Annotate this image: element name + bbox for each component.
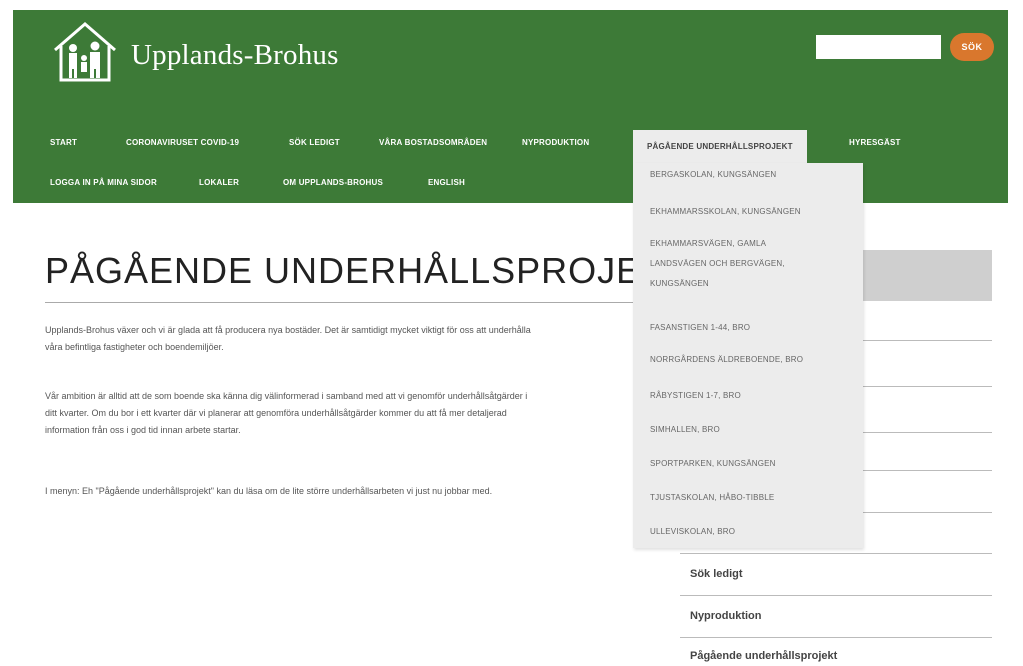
dropdown-menu: BERGASKOLAN, KUNGSÄNGEN EKHAMMARSSKOLAN,… [633, 163, 863, 548]
dropdown-item-ekhammarsskolan[interactable]: EKHAMMARSSKOLAN, KUNGSÄNGEN [650, 201, 801, 223]
nav-nyproduktion[interactable]: NYPRODUKTION [522, 138, 589, 147]
nav-coronaviruset[interactable]: CORONAVIRUSET COVID-19 [126, 138, 239, 147]
dropdown-item-simhallen[interactable]: SIMHALLEN, BRO [650, 419, 720, 441]
sidebar-item-pagaende-underhallsprojekt[interactable]: Pågående underhållsprojekt [690, 650, 837, 662]
nav-lokaler[interactable]: LOKALER [199, 178, 239, 187]
house-family-logo-icon [54, 22, 116, 82]
menu-hint-paragraph: I menyn: Eh "Pågående underhållsprojekt"… [45, 486, 493, 496]
search-input[interactable] [816, 35, 941, 59]
dropdown-item-sportparken[interactable]: SPORTPARKEN, KUNGSÄNGEN [650, 453, 776, 475]
sidebar-divider [680, 595, 992, 596]
nav-vara-bostadsomraden[interactable]: VÅRA BOSTADSOMRÅDEN [379, 138, 487, 147]
dropdown-item-ekhammarsvagen-line-2[interactable]: LANDSVÄGEN OCH BERGVÄGEN, [650, 253, 785, 275]
dropdown-item-ulleviskolan[interactable]: ULLEVISKOLAN, BRO [650, 521, 735, 543]
site-logo[interactable]: Upplands-Brohus [51, 20, 339, 84]
sidebar-divider [680, 553, 992, 554]
dropdown-item-norrgardens[interactable]: NORRGÅRDENS ÄLDREBOENDE, BRO [650, 349, 803, 371]
intro-paragraph-line-2: våra befintliga fastigheter och boendemi… [45, 342, 224, 352]
dropdown-item-fasanstigen[interactable]: FASANSTIGEN 1-44, BRO [650, 317, 750, 339]
site-name: Upplands-Brohus [131, 38, 339, 71]
dropdown-item-ekhammarsvagen[interactable]: EKHAMMARSVÄGEN, GAMLA [650, 233, 766, 255]
title-divider [45, 302, 635, 303]
ambition-paragraph-line-3: information från oss i god tid innan arb… [45, 425, 241, 435]
dropdown-item-tjustaskolan[interactable]: TJUSTASKOLAN, HÅBO-TIBBLE [650, 487, 774, 509]
nav-hyresgast[interactable]: HYRESGÄST [849, 138, 901, 147]
sidebar-divider [680, 637, 992, 638]
ambition-paragraph-line-2: ditt kvarter. Om du bor i ett kvarter dä… [45, 408, 507, 418]
nav-pagaende-underhallsprojekt[interactable]: PÅGÅENDE UNDERHÅLLSPROJEKT [633, 130, 807, 163]
dropdown-item-bergaskolan[interactable]: BERGASKOLAN, KUNGSÄNGEN [650, 164, 776, 186]
nav-om-upplands-brohus[interactable]: OM UPPLANDS-BROHUS [283, 178, 383, 187]
page-title: PÅGÅENDE UNDERHÅLLSPROJEKT [45, 250, 690, 291]
intro-paragraph-line-1: Upplands-Brohus växer och vi är glada at… [45, 325, 531, 335]
sidebar-item-sok-ledigt[interactable]: Sök ledigt [690, 568, 743, 580]
nav-english[interactable]: ENGLISH [428, 178, 465, 187]
ambition-paragraph-line-1: Vår ambition är alltid att de som boende… [45, 391, 528, 401]
nav-logga-in[interactable]: LOGGA IN PÅ MINA SIDOR [50, 178, 157, 187]
search-button[interactable]: SÖK [950, 33, 994, 61]
dropdown-item-rabystigen[interactable]: RÅBYSTIGEN 1-7, BRO [650, 385, 741, 407]
sidebar-item-nyproduktion[interactable]: Nyproduktion [690, 610, 762, 622]
nav-sok-ledigt[interactable]: SÖK LEDIGT [289, 138, 340, 147]
dropdown-item-ekhammarsvagen-line-3[interactable]: KUNGSÄNGEN [650, 273, 709, 295]
nav-start[interactable]: START [50, 138, 77, 147]
